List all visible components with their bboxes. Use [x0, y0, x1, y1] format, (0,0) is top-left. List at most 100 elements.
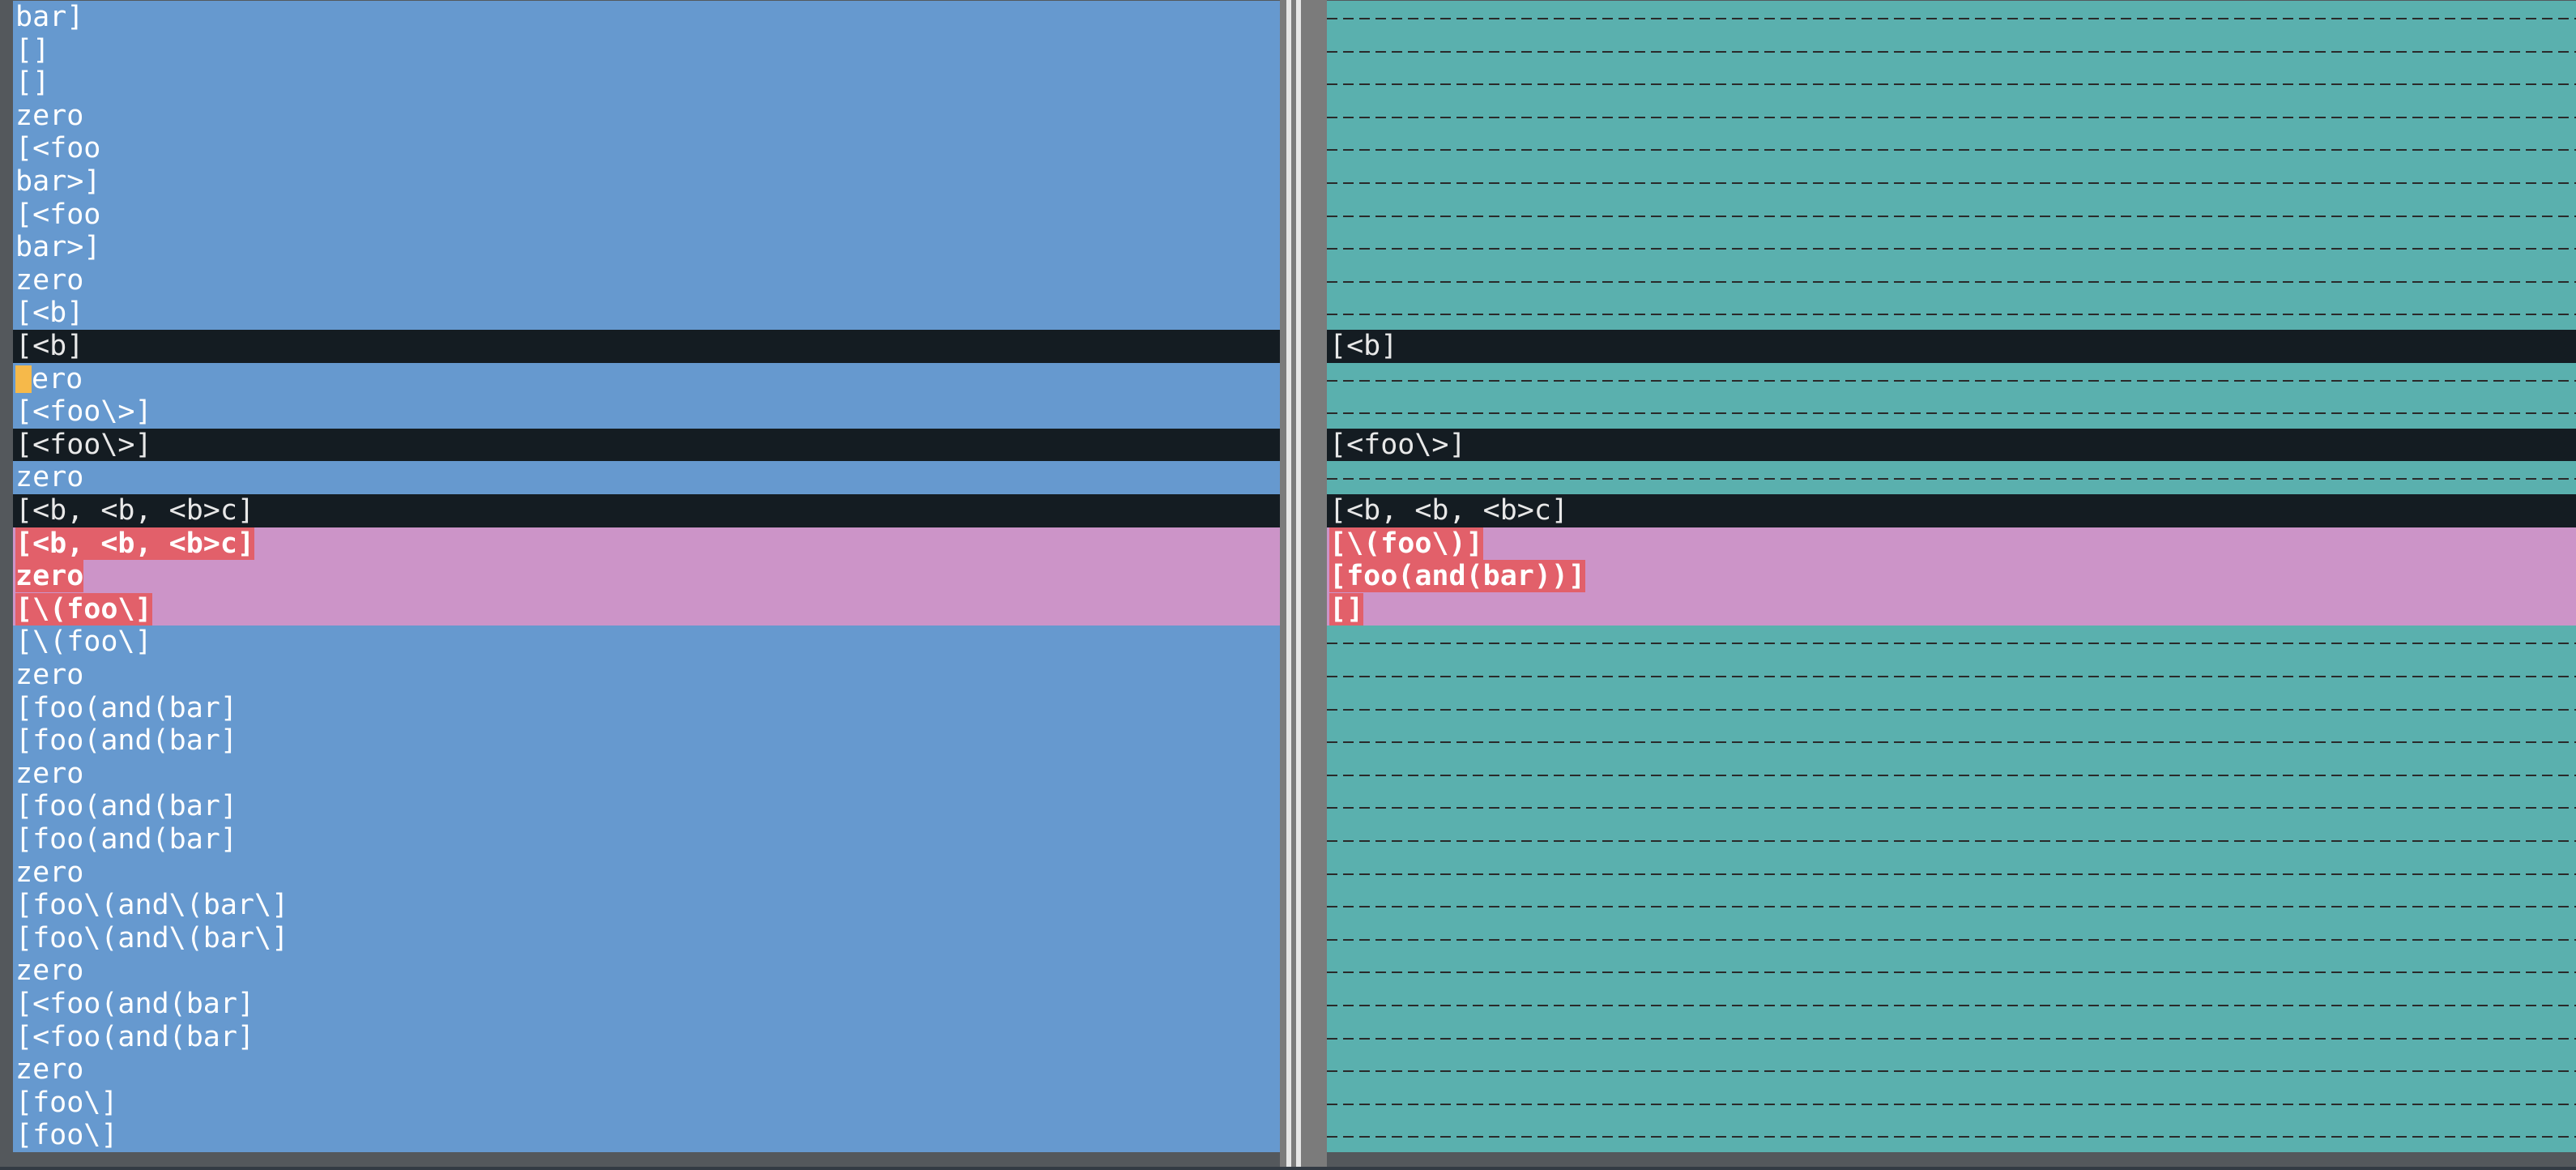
text-line[interactable]: zero — [13, 1053, 1280, 1087]
line-text: [] — [15, 34, 50, 66]
text-line[interactable]: [<foo(and(bar] — [13, 1021, 1280, 1054]
line-text: zero — [15, 954, 84, 987]
text-line[interactable]: zero — [13, 100, 1280, 133]
text-line[interactable] — [1327, 758, 2576, 791]
line-text: [<foo — [15, 132, 101, 164]
text-line[interactable] — [1327, 199, 2576, 232]
text-line[interactable]: [<foo — [13, 132, 1280, 165]
text-line[interactable]: ero — [13, 363, 1280, 396]
deleted-line-filler — [1327, 297, 2576, 330]
text-line[interactable] — [1327, 988, 2576, 1021]
text-line[interactable] — [1327, 1, 2576, 34]
text-line[interactable]: [<b, <b, <b>c] — [1327, 494, 2576, 527]
text-line[interactable]: [<b] — [13, 330, 1280, 363]
text-line[interactable]: [\(foo\] — [13, 626, 1280, 659]
text-line[interactable]: [foo\] — [13, 1119, 1280, 1152]
status-strip — [0, 1167, 2576, 1170]
text-line[interactable] — [1327, 626, 2576, 659]
text-line[interactable]: zero — [13, 758, 1280, 791]
text-line[interactable] — [1327, 889, 2576, 922]
line-text: [<b] — [1329, 330, 1398, 362]
right-editor-pane[interactable]: [<b] [<foo\>] [<b, <b, <b>c] [\(foo\)] [foo(… — [1327, 0, 2576, 1170]
text-line[interactable] — [1327, 461, 2576, 494]
text-line[interactable] — [1327, 297, 2576, 330]
text-cursor — [15, 365, 32, 393]
text-line[interactable] — [1327, 264, 2576, 297]
text-line[interactable]: [foo(and(bar))] — [1327, 560, 2576, 593]
text-line[interactable]: [<foo — [13, 199, 1280, 232]
line-text: [<foo\>] — [15, 429, 152, 461]
vertical-split-divider[interactable] — [1280, 0, 1327, 1170]
text-line[interactable]: [<b] — [13, 297, 1280, 330]
deleted-line-filler — [1327, 231, 2576, 264]
text-line[interactable]: zero — [13, 954, 1280, 988]
text-line[interactable] — [1327, 1021, 2576, 1054]
line-text: [\(foo\] — [15, 593, 152, 626]
text-line[interactable] — [1327, 954, 2576, 988]
text-line[interactable] — [1327, 395, 2576, 429]
text-line[interactable]: [] — [1327, 593, 2576, 626]
text-line[interactable]: [foo(and(bar] — [13, 724, 1280, 758]
deleted-line-filler — [1327, 1119, 2576, 1152]
line-text: bar>] — [15, 231, 101, 263]
text-line[interactable] — [1327, 1119, 2576, 1152]
text-line[interactable] — [1327, 790, 2576, 823]
text-line[interactable]: [foo(and(bar] — [13, 823, 1280, 856]
text-line[interactable]: [<b, <b, <b>c] — [13, 494, 1280, 527]
text-line[interactable]: bar>] — [13, 165, 1280, 199]
text-line[interactable]: bar] — [13, 1, 1280, 34]
text-line[interactable]: [] — [13, 34, 1280, 67]
deleted-line-filler — [1327, 165, 2576, 199]
line-text: [foo(and(bar] — [15, 790, 237, 822]
text-line[interactable]: bar>] — [13, 231, 1280, 264]
text-line[interactable]: [\(foo\)] — [1327, 527, 2576, 561]
text-line[interactable]: zero — [13, 560, 1280, 593]
text-line[interactable]: [foo\(and\(bar\] — [13, 889, 1280, 922]
text-line[interactable]: [] — [13, 66, 1280, 100]
line-text: [<foo(and(bar] — [15, 1021, 255, 1053]
text-line[interactable] — [1327, 100, 2576, 133]
line-text: [<foo\>] — [1329, 429, 1466, 461]
line-text: zero — [15, 100, 84, 132]
text-line[interactable]: [foo\] — [13, 1087, 1280, 1120]
line-text: [foo(and(bar] — [15, 724, 237, 757]
text-line[interactable]: [<b] — [1327, 330, 2576, 363]
text-line[interactable]: [foo\(and\(bar\] — [13, 922, 1280, 955]
text-line[interactable]: [<foo\>] — [1327, 429, 2576, 462]
line-text: [<b, <b, <b>c] — [1329, 494, 1569, 527]
text-line[interactable]: [\(foo\] — [13, 593, 1280, 626]
text-line[interactable] — [1327, 66, 2576, 100]
text-line[interactable] — [1327, 856, 2576, 890]
text-line[interactable]: [foo(and(bar] — [13, 692, 1280, 725]
text-line[interactable] — [1327, 1053, 2576, 1087]
text-line[interactable] — [1327, 132, 2576, 165]
deleted-line-filler — [1327, 889, 2576, 922]
text-line[interactable] — [1327, 922, 2576, 955]
text-line[interactable] — [1327, 724, 2576, 758]
text-line[interactable] — [1327, 34, 2576, 67]
text-line[interactable]: zero — [13, 659, 1280, 692]
text-line[interactable] — [1327, 363, 2576, 396]
divider-line — [1286, 0, 1291, 1170]
text-line[interactable] — [1327, 659, 2576, 692]
line-text: zero — [15, 659, 84, 691]
text-line[interactable]: [<b, <b, <b>c] — [13, 527, 1280, 561]
text-line[interactable]: zero — [13, 856, 1280, 890]
text-line[interactable]: [foo(and(bar] — [13, 790, 1280, 823]
text-line[interactable]: [<foo(and(bar] — [13, 988, 1280, 1021]
deleted-line-filler — [1327, 724, 2576, 758]
text-line[interactable] — [1327, 231, 2576, 264]
line-text: [] — [15, 66, 50, 99]
text-line[interactable]: [<foo\>] — [13, 429, 1280, 462]
deleted-line-filler — [1327, 100, 2576, 133]
text-line[interactable] — [1327, 823, 2576, 856]
text-line[interactable] — [1327, 165, 2576, 199]
left-editor-pane[interactable]: bar][][] zero [<foo bar>] [<foo bar>] zero [<b]… — [13, 0, 1280, 1170]
text-line[interactable]: zero — [13, 461, 1280, 494]
text-line[interactable] — [1327, 692, 2576, 725]
text-line[interactable]: [<foo\>] — [13, 395, 1280, 429]
deleted-line-filler — [1327, 856, 2576, 890]
text-line[interactable]: zero — [13, 264, 1280, 297]
text-line[interactable] — [1327, 1087, 2576, 1120]
deleted-line-filler — [1327, 66, 2576, 100]
